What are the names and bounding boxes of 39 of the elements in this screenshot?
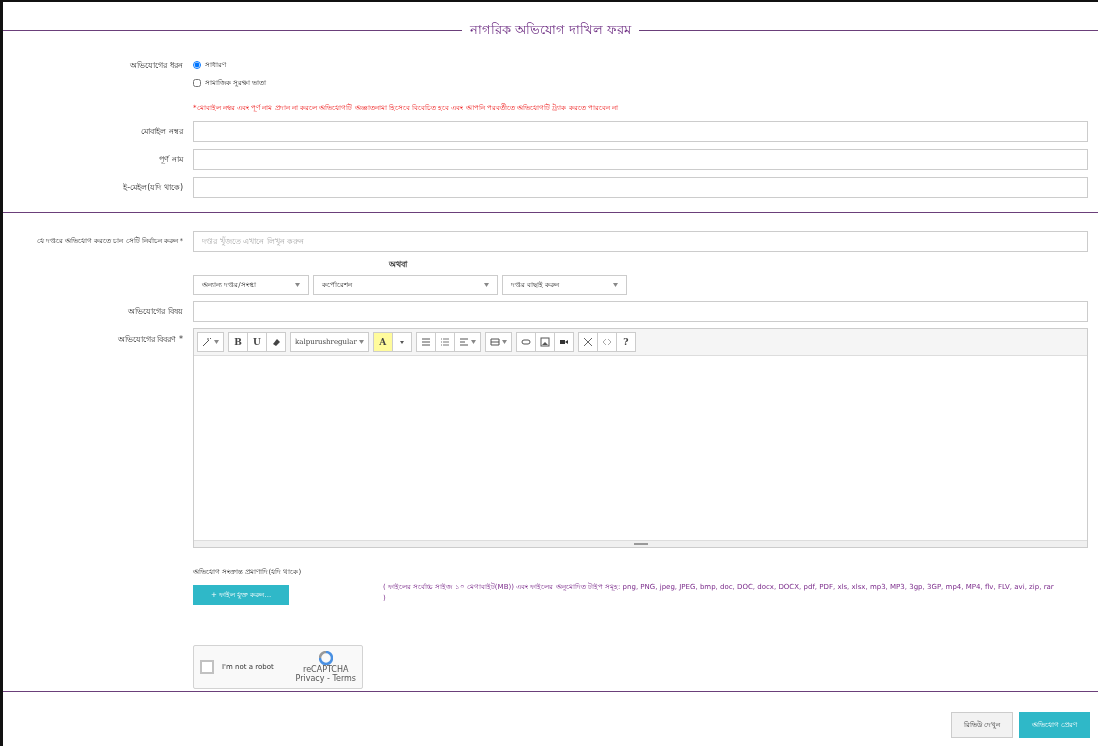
- field-label: অভিযোগের ধরন: [129, 60, 183, 72]
- office-search-field[interactable]: দপ্তর খুঁজতে এখানে লিখুন করুন: [193, 231, 1088, 252]
- toolbar-button[interactable]: B: [228, 332, 248, 352]
- caret-icon: [484, 283, 489, 287]
- captcha-brand: reCAPTCHA: [303, 665, 349, 674]
- toolbar-button[interactable]: [577, 332, 598, 352]
- checkbox[interactable]: [193, 79, 201, 87]
- toolbar-button[interactable]: U: [247, 332, 267, 352]
- toolbar-button[interactable]: [553, 332, 574, 352]
- text-color-button[interactable]: A: [372, 332, 393, 352]
- image-icon: [539, 337, 550, 347]
- align-icon: [458, 337, 469, 347]
- field-label: ই-মেইল(যদি থাকে): [122, 182, 183, 194]
- code-icon: [601, 337, 612, 347]
- table-icon: [489, 337, 500, 347]
- video-icon: [558, 337, 569, 347]
- form-title: নাগরিক অভিযোগ দাখিল ফরম: [469, 21, 632, 39]
- input-field[interactable]: [193, 121, 1088, 142]
- eraser-icon: [271, 337, 281, 347]
- toolbar-button[interactable]: [266, 332, 286, 352]
- field-label: অভিযোগের বিবরণ *: [116, 334, 183, 346]
- field-label: মোবাইল নম্বর: [140, 126, 183, 138]
- input-field[interactable]: [193, 301, 1088, 322]
- captcha-checkbox[interactable]: [200, 660, 214, 674]
- recaptcha-logo-icon: [318, 651, 333, 665]
- caret-icon: [613, 283, 618, 287]
- list-icon: [420, 337, 431, 347]
- captcha-links: Privacy - Terms: [295, 674, 356, 683]
- radio-button[interactable]: [193, 61, 201, 69]
- input-field[interactable]: [193, 149, 1088, 170]
- or-text: অথবা: [388, 259, 409, 271]
- field-label: পূর্ণ নাম: [158, 154, 183, 166]
- field-label: অভিযোগের বিষয়: [127, 306, 183, 318]
- toolbar-button[interactable]: ?: [615, 332, 636, 352]
- input-field[interactable]: [193, 177, 1088, 198]
- resize-handle[interactable]: [633, 543, 648, 545]
- caret-icon: [295, 283, 300, 287]
- numbered-list-icon: [439, 337, 450, 347]
- magic-wand-icon: [202, 337, 212, 347]
